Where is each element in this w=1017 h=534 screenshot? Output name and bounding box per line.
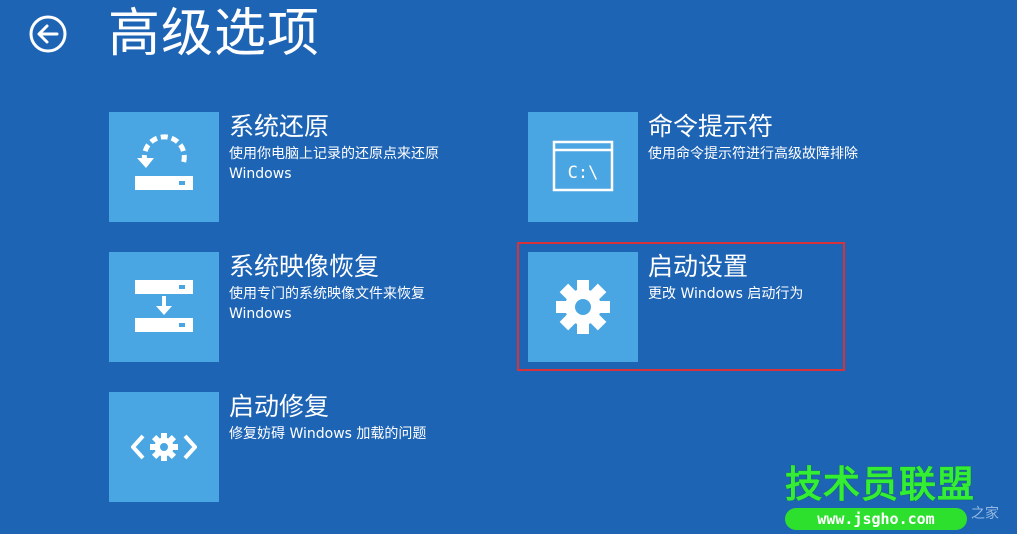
command-prompt-icon: C:\ bbox=[552, 140, 614, 192]
command-prompt-glyph: C:\ bbox=[568, 163, 599, 183]
option-title: 系统映像恢复 bbox=[229, 252, 380, 281]
watermark-url: www.jsgho.com bbox=[785, 508, 967, 530]
option-description: 使用你电脑上记录的还原点来还原 Windows bbox=[229, 146, 439, 182]
option-system-image-recovery[interactable]: 系统映像恢复 使用专门的系统映像文件来恢复 Windows bbox=[109, 252, 529, 362]
option-command-prompt[interactable]: C:\ 命令提示符 使用命令提示符进行高级故障排除 bbox=[528, 112, 948, 222]
watermark: 技术员联盟 www.jsgho.com 之家 bbox=[785, 463, 999, 531]
watermark-title: 技术员联盟 bbox=[785, 463, 975, 506]
option-title: 系统还原 bbox=[229, 112, 330, 141]
option-description: 使用命令提示符进行高级故障排除 bbox=[648, 146, 858, 162]
system-restore-tile-icon-box bbox=[109, 112, 219, 222]
option-system-restore[interactable]: 系统还原 使用你电脑上记录的还原点来还原 Windows bbox=[109, 112, 529, 222]
startup-repair-icon bbox=[131, 433, 197, 461]
system-image-recovery-tile-icon-box bbox=[109, 252, 219, 362]
highlight-box bbox=[517, 242, 845, 371]
option-title: 启动修复 bbox=[229, 392, 330, 421]
back-button[interactable] bbox=[29, 15, 67, 53]
command-prompt-tile-icon-box: C:\ bbox=[528, 112, 638, 222]
watermark-extra: 之家 bbox=[971, 506, 999, 522]
option-startup-repair[interactable]: 启动修复 修复妨碍 Windows 加载的问题 bbox=[109, 392, 529, 502]
back-arrow-icon bbox=[29, 15, 67, 53]
system-restore-icon bbox=[135, 134, 193, 190]
page-title: 高级选项 bbox=[108, 4, 321, 64]
startup-repair-tile-icon-box bbox=[109, 392, 219, 502]
option-description: 使用专门的系统映像文件来恢复 Windows bbox=[229, 286, 425, 322]
option-title: 命令提示符 bbox=[648, 112, 774, 141]
system-image-recovery-icon bbox=[135, 280, 193, 332]
option-description: 修复妨碍 Windows 加载的问题 bbox=[229, 426, 427, 442]
